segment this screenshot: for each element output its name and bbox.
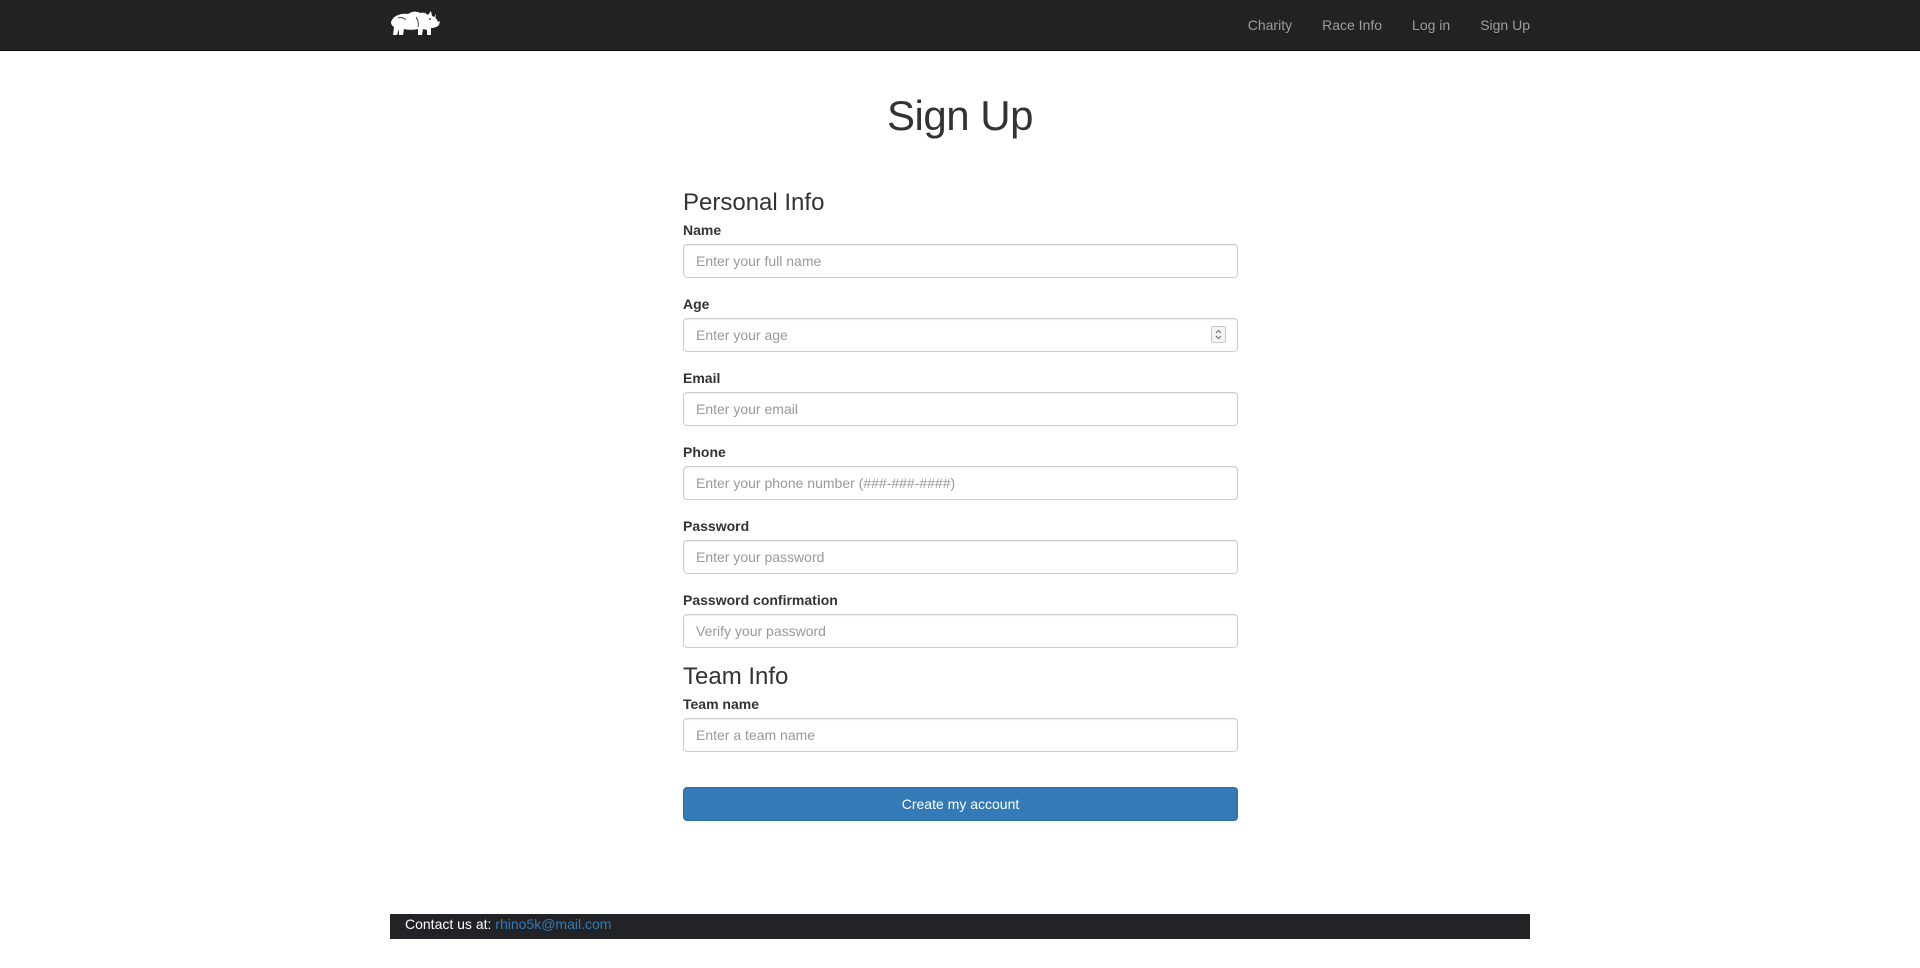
name-input[interactable] — [683, 244, 1238, 278]
email-label: Email — [683, 370, 721, 386]
email-input[interactable] — [683, 392, 1238, 426]
stepper-arrows-icon — [1215, 329, 1222, 340]
phone-group: Phone — [683, 442, 1238, 500]
team-name-group: Team name — [683, 694, 1238, 752]
name-group: Name — [683, 220, 1238, 278]
nav-link-log-in[interactable]: Log in — [1397, 0, 1465, 50]
age-field-wrapper — [683, 318, 1238, 352]
password-confirmation-group: Password confirmation — [683, 590, 1238, 648]
name-label: Name — [683, 222, 722, 238]
sign-up-form: Personal Info Name Age Email Phone Passw… — [683, 189, 1238, 821]
age-group: Age — [683, 294, 1238, 352]
page-title: Sign Up — [887, 92, 1033, 139]
team-name-input[interactable] — [683, 718, 1238, 752]
team-info-heading: Team Info — [683, 663, 789, 690]
nav-link-charity[interactable]: Charity — [1233, 0, 1307, 50]
personal-info-heading: Personal Info — [683, 189, 825, 216]
team-name-label: Team name — [683, 696, 759, 712]
footer: Contact us at: rhino5k@mail.com — [390, 914, 1530, 939]
age-stepper[interactable] — [1211, 326, 1226, 343]
email-group: Email — [683, 368, 1238, 426]
top-navbar: Charity Race Info Log in Sign Up — [0, 0, 1920, 51]
nav-link-race-info[interactable]: Race Info — [1307, 0, 1397, 50]
password-confirmation-input[interactable] — [683, 614, 1238, 648]
password-input[interactable] — [683, 540, 1238, 574]
age-label: Age — [683, 296, 710, 312]
age-input[interactable] — [683, 318, 1238, 352]
password-group: Password — [683, 516, 1238, 574]
footer-email-link[interactable]: rhino5k@mail.com — [495, 916, 611, 932]
phone-label: Phone — [683, 444, 726, 460]
create-account-button[interactable]: Create my account — [683, 787, 1238, 821]
phone-input[interactable] — [683, 466, 1238, 500]
nav-link-sign-up[interactable]: Sign Up — [1465, 0, 1545, 50]
password-label: Password — [683, 518, 750, 534]
rhino-logo-icon[interactable] — [389, 8, 441, 38]
nav-links: Charity Race Info Log in Sign Up — [1233, 0, 1545, 50]
footer-contact-label: Contact us at: — [405, 916, 492, 932]
password-confirmation-label: Password confirmation — [683, 592, 838, 608]
